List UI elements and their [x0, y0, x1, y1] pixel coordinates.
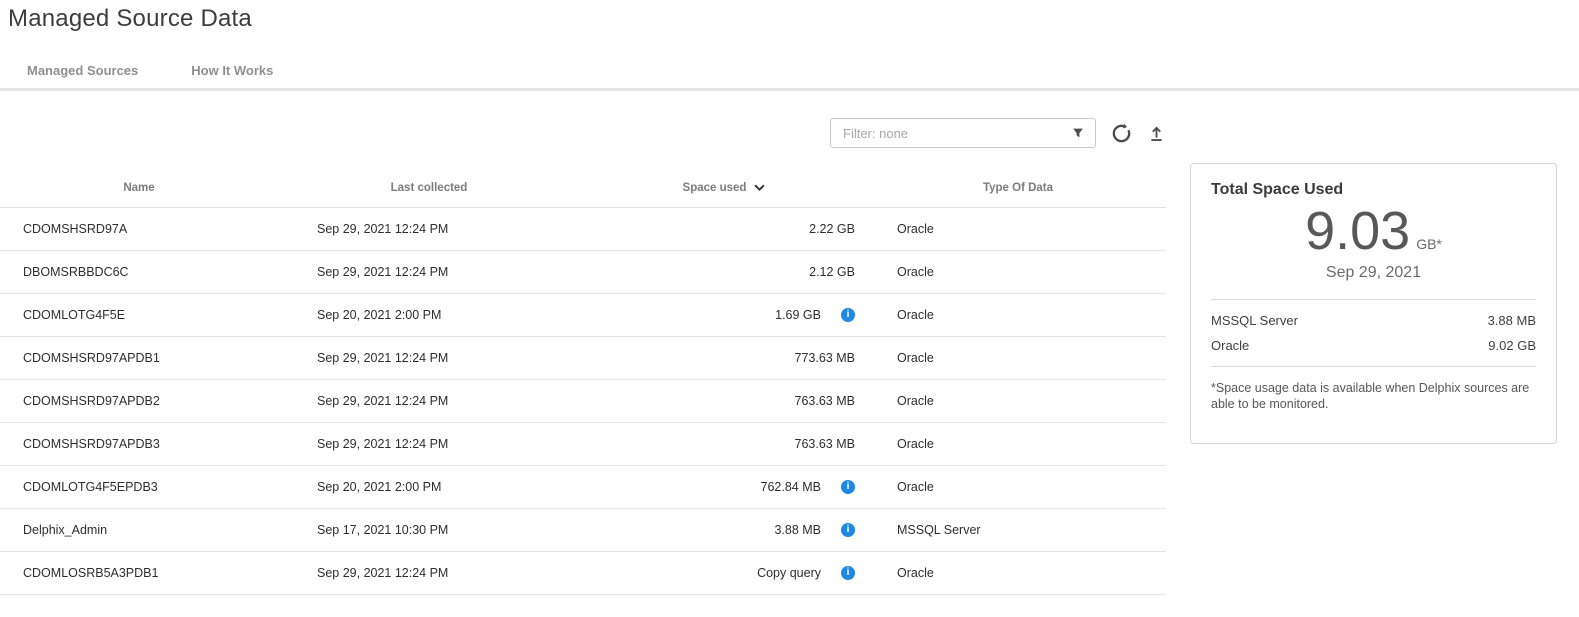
data-type: Oracle [870, 480, 1166, 494]
column-header-space-used[interactable]: Space used [580, 180, 870, 195]
data-type: MSSQL Server [870, 523, 1166, 537]
info-icon[interactable]: i [841, 566, 855, 580]
source-name: DBOMSRBBDC6C [0, 265, 278, 279]
last-collected: Sep 29, 2021 12:24 PM [278, 394, 580, 408]
tab-how-it-works[interactable]: How It Works [191, 63, 273, 78]
last-collected: Sep 17, 2021 10:30 PM [278, 523, 580, 537]
tab-managed-sources[interactable]: Managed Sources [27, 63, 138, 78]
space-used-cell: 2.22 GB [580, 222, 870, 236]
source-name: CDOMLOSRB5A3PDB1 [0, 566, 278, 580]
table-row: CDOMSHSRD97A Sep 29, 2021 12:24 PM 2.22 … [0, 208, 1166, 251]
breakdown-label: MSSQL Server [1211, 313, 1298, 328]
source-name: Delphix_Admin [0, 523, 278, 537]
panel-footnote: *Space usage data is available when Delp… [1211, 380, 1536, 413]
table-header: Name Last collected Space used Type Of D… [0, 168, 1166, 208]
table-row: Delphix_Admin Sep 17, 2021 10:30 PM 3.88… [0, 509, 1166, 552]
column-header-name[interactable]: Name [0, 182, 278, 194]
total-space-date: Sep 29, 2021 [1211, 264, 1536, 282]
space-used-cell: 773.63 MB [580, 351, 870, 365]
source-name: CDOMSHSRD97A [0, 222, 278, 236]
space-used-value: 763.63 MB [795, 437, 855, 451]
last-collected: Sep 29, 2021 12:24 PM [278, 437, 580, 451]
upload-icon [1147, 123, 1166, 144]
last-collected: Sep 20, 2021 2:00 PM [278, 308, 580, 322]
column-header-type-of-data[interactable]: Type Of Data [870, 182, 1166, 194]
data-type: Oracle [870, 394, 1166, 408]
info-icon[interactable]: i [841, 523, 855, 537]
total-space-value: 9.03 [1305, 203, 1410, 260]
breakdown-value: 3.88 MB [1488, 313, 1536, 328]
data-type: Oracle [870, 351, 1166, 365]
space-used-value: 3.88 MB [774, 523, 821, 537]
managed-sources-table: Name Last collected Space used Type Of D… [0, 168, 1166, 595]
panel-title: Total Space Used [1211, 181, 1536, 199]
table-row: CDOMLOTG4F5EPDB3 Sep 20, 2021 2:00 PM 76… [0, 466, 1166, 509]
space-used-value: 1.69 GB [775, 308, 821, 322]
breakdown-value: 9.02 GB [1488, 338, 1536, 353]
refresh-button[interactable] [1110, 122, 1133, 145]
space-used-cell: 1.69 GB i [580, 308, 870, 322]
data-type: Oracle [870, 437, 1166, 451]
source-name: CDOMSHSRD97APDB2 [0, 394, 278, 408]
total-space-hero: 9.03 GB* [1211, 203, 1536, 260]
space-used-cell: Copy query i [580, 566, 870, 580]
table-row: CDOMLOSRB5A3PDB1 Sep 29, 2021 12:24 PM C… [0, 552, 1166, 595]
space-used-value: 773.63 MB [795, 351, 855, 365]
table-toolbar [830, 118, 1166, 148]
table-row: CDOMSHSRD97APDB1 Sep 29, 2021 12:24 PM 7… [0, 337, 1166, 380]
breakdown-row: MSSQL Server 3.88 MB [1211, 308, 1536, 333]
filter-box[interactable] [830, 118, 1096, 148]
chevron-down-icon[interactable] [752, 180, 767, 195]
table-row: CDOMSHSRD97APDB2 Sep 29, 2021 12:24 PM 7… [0, 380, 1166, 423]
refresh-icon [1110, 122, 1133, 145]
space-used-value: 2.22 GB [809, 222, 855, 236]
last-collected: Sep 29, 2021 12:24 PM [278, 265, 580, 279]
space-used-cell: 3.88 MB i [580, 523, 870, 537]
funnel-icon[interactable] [1071, 126, 1085, 140]
breakdown-row: Oracle 9.02 GB [1211, 333, 1536, 358]
source-name: CDOMLOTG4F5E [0, 308, 278, 322]
last-collected: Sep 20, 2021 2:00 PM [278, 480, 580, 494]
export-button[interactable] [1147, 123, 1166, 144]
data-type: Oracle [870, 265, 1166, 279]
column-header-last-collected[interactable]: Last collected [278, 182, 580, 194]
table-row: CDOMSHSRD97APDB3 Sep 29, 2021 12:24 PM 7… [0, 423, 1166, 466]
space-used-cell: 763.63 MB [580, 394, 870, 408]
data-type: Oracle [870, 222, 1166, 236]
source-name: CDOMSHSRD97APDB3 [0, 437, 278, 451]
tab-bar: Managed Sources How It Works [0, 52, 1579, 91]
source-name: CDOMSHSRD97APDB1 [0, 351, 278, 365]
copy-query-button[interactable]: Copy query [757, 566, 821, 580]
source-name: CDOMLOTG4F5EPDB3 [0, 480, 278, 494]
space-used-cell: 762.84 MB i [580, 480, 870, 494]
space-used-cell: 2.12 GB [580, 265, 870, 279]
space-used-value: 762.84 MB [761, 480, 821, 494]
last-collected: Sep 29, 2021 12:24 PM [278, 222, 580, 236]
breakdown-label: Oracle [1211, 338, 1249, 353]
space-breakdown-list: MSSQL Server 3.88 MB Oracle 9.02 GB [1211, 299, 1536, 367]
info-icon[interactable]: i [841, 480, 855, 494]
managed-source-data-page: Managed Source Data Managed Sources How … [0, 0, 1579, 617]
last-collected: Sep 29, 2021 12:24 PM [278, 351, 580, 365]
data-type: Oracle [870, 566, 1166, 580]
space-used-value: 763.63 MB [795, 394, 855, 408]
space-used-value: 2.12 GB [809, 265, 855, 279]
info-icon[interactable]: i [841, 308, 855, 322]
space-used-cell: 763.63 MB [580, 437, 870, 451]
table-row: DBOMSRBBDC6C Sep 29, 2021 12:24 PM 2.12 … [0, 251, 1166, 294]
total-space-unit: GB* [1416, 236, 1442, 252]
last-collected: Sep 29, 2021 12:24 PM [278, 566, 580, 580]
table-row: CDOMLOTG4F5E Sep 20, 2021 2:00 PM 1.69 G… [0, 294, 1166, 337]
data-type: Oracle [870, 308, 1166, 322]
filter-input[interactable] [843, 126, 1071, 141]
page-title: Managed Source Data [8, 5, 252, 33]
total-space-used-panel: Total Space Used 9.03 GB* Sep 29, 2021 M… [1190, 163, 1557, 444]
